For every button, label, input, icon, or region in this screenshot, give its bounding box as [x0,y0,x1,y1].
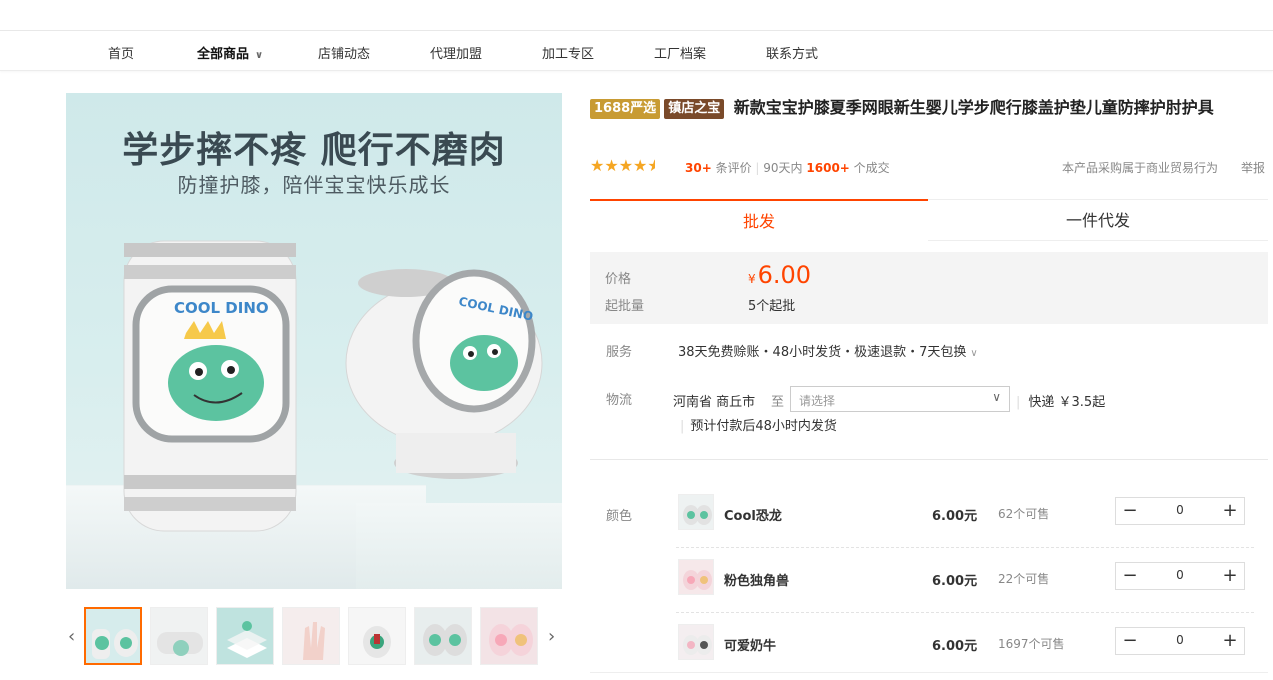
price-label: 价格 [605,272,632,287]
purchase-tabs: 批发 一件代发 [590,199,1268,241]
main-product-image[interactable]: 学步摔不疼 爬行不磨肉 防撞护膝，陪伴宝宝快乐成长 COOL DINO COOL [66,93,562,589]
minus-icon[interactable]: − [1116,628,1144,654]
plus-icon[interactable]: + [1216,563,1244,589]
moq-value: 5个起批 [748,299,796,314]
product-title: 1688严选 镇店之宝 新款宝宝护膝夏季网眼新生婴儿学步爬行膝盖护垫儿童防摔护肘护… [590,95,1260,121]
service-label: 服务 [606,345,633,360]
thumbnail[interactable] [282,607,340,665]
shipping-eta: | 预计付款后48小时内发货 [680,419,837,434]
color-label: 颜色 [606,509,633,524]
chevron-down-icon: ∨ [970,348,978,359]
chevron-right-icon[interactable]: › [548,626,555,647]
sku-stock: 22个可售 [998,572,1050,586]
faded-shop-ratings: ······ ·············· ······· ········· … [282,0,494,6]
quantity-stepper: − 0 + [1115,627,1245,655]
quantity-stepper: − 0 + [1115,497,1245,525]
quantity-value[interactable]: 0 [1144,633,1216,647]
sku-row: 可爱奶牛 6.00元 1697个可售 − 0 + [676,613,1254,678]
sku-thumbnail[interactable] [678,494,714,530]
sku-price: 6.00元 [932,574,978,589]
minus-icon[interactable]: − [1116,563,1144,589]
thumbnail[interactable] [216,607,274,665]
sku-stock: 62个可售 [998,507,1050,521]
quantity-stepper: − 0 + [1115,562,1245,590]
plus-icon[interactable]: + [1216,498,1244,524]
shop-nav: 首页 全部商品 ∨ 店铺动态 代理加盟 加工专区 工厂档案 联系方式 [0,31,1273,71]
rating-stars-icon: ★★★★★ [590,156,656,175]
logistics-label: 物流 [606,393,633,408]
knee-pad-illustration: COOL DINO COOL DINO [123,240,543,532]
nav-item-shop-news[interactable]: 店铺动态 [318,43,370,62]
price-box: 价格 ¥6.00 起批量 5个起批 [590,252,1268,324]
nav-item-agency[interactable]: 代理加盟 [430,43,482,62]
thumbnail-strip: ‹ › [66,606,562,666]
cool-dino-badge-text: COOL DINO [174,299,269,317]
tag-shop-treasure: 镇店之宝 [664,99,725,119]
thumbnail[interactable] [150,607,208,665]
destination-placeholder: 请选择 [799,394,836,408]
review-count[interactable]: 30+ [685,161,712,175]
product-title-text: 新款宝宝护膝夏季网眼新生婴儿学步爬行膝盖护垫儿童防摔护肘护具 [733,98,1214,117]
section-divider [590,459,1268,460]
sales-count: 1600+ [806,161,850,175]
minus-icon[interactable]: − [1116,498,1144,524]
to-label: 至 [771,395,785,410]
tab-dropship[interactable]: 一件代发 [928,199,1268,241]
sales-label: 个成交 [853,161,890,175]
tab-wholesale[interactable]: 批发 [590,199,928,241]
service-dropdown[interactable]: 38天免费赊账・48小时发货・极速退款・7天包换 ∨ [678,341,978,360]
rating-row: ★★★★★ 30+ 条评价 | 90天内 1600+ 个成交 本产品采购属于商业… [590,156,1266,176]
review-label: 条评价 [715,161,752,175]
sku-price: 6.00元 [932,509,978,524]
sku-name: Cool恐龙 [724,509,782,524]
sku-row: 粉色独角兽 6.00元 22个可售 − 0 + [676,548,1254,613]
shipping-fee: | 快递 ￥3.5起 [1016,395,1106,410]
plus-icon[interactable]: + [1216,628,1244,654]
sku-row: Cool恐龙 6.00元 62个可售 − 0 + [676,483,1254,548]
nav-item-processing[interactable]: 加工专区 [542,43,594,62]
quantity-value[interactable]: 0 [1144,568,1216,582]
bottom-divider [590,672,1268,680]
sku-stock: 1697个可售 [998,637,1065,651]
report-link[interactable]: 举报 [1241,159,1265,176]
top-strip: ······ ·············· ······· ········· … [0,0,1273,31]
destination-select[interactable]: 请选择 ∨ [790,386,1010,412]
sku-thumbnail[interactable] [678,624,714,660]
sales-period: 90天内 [763,161,803,175]
chevron-down-icon: ∨ [255,50,264,61]
nav-item-home[interactable]: 首页 [108,43,134,62]
thumbnail[interactable] [348,607,406,665]
quantity-value[interactable]: 0 [1144,503,1216,517]
sku-name: 可爱奶牛 [724,639,777,654]
chevron-left-icon[interactable]: ‹ [68,626,75,647]
price-value: ¥6.00 [748,261,812,289]
thumbnail[interactable] [480,607,538,665]
business-note: 本产品采购属于商业贸易行为 [1062,161,1219,175]
chevron-down-icon: ∨ [992,390,1001,404]
origin-location: 河南省 商丘市 [673,395,756,410]
tag-1688-select: 1688严选 [590,99,661,119]
sku-price: 6.00元 [932,639,978,654]
nav-item-all-products[interactable]: 全部商品 ∨ [197,43,263,62]
sku-thumbnail[interactable] [678,559,714,595]
thumbnail[interactable] [414,607,472,665]
nav-item-contact[interactable]: 联系方式 [766,43,818,62]
moq-label: 起批量 [605,299,645,314]
sku-name: 粉色独角兽 [724,574,790,589]
thumbnail[interactable] [84,607,142,665]
nav-item-factory[interactable]: 工厂档案 [654,43,706,62]
